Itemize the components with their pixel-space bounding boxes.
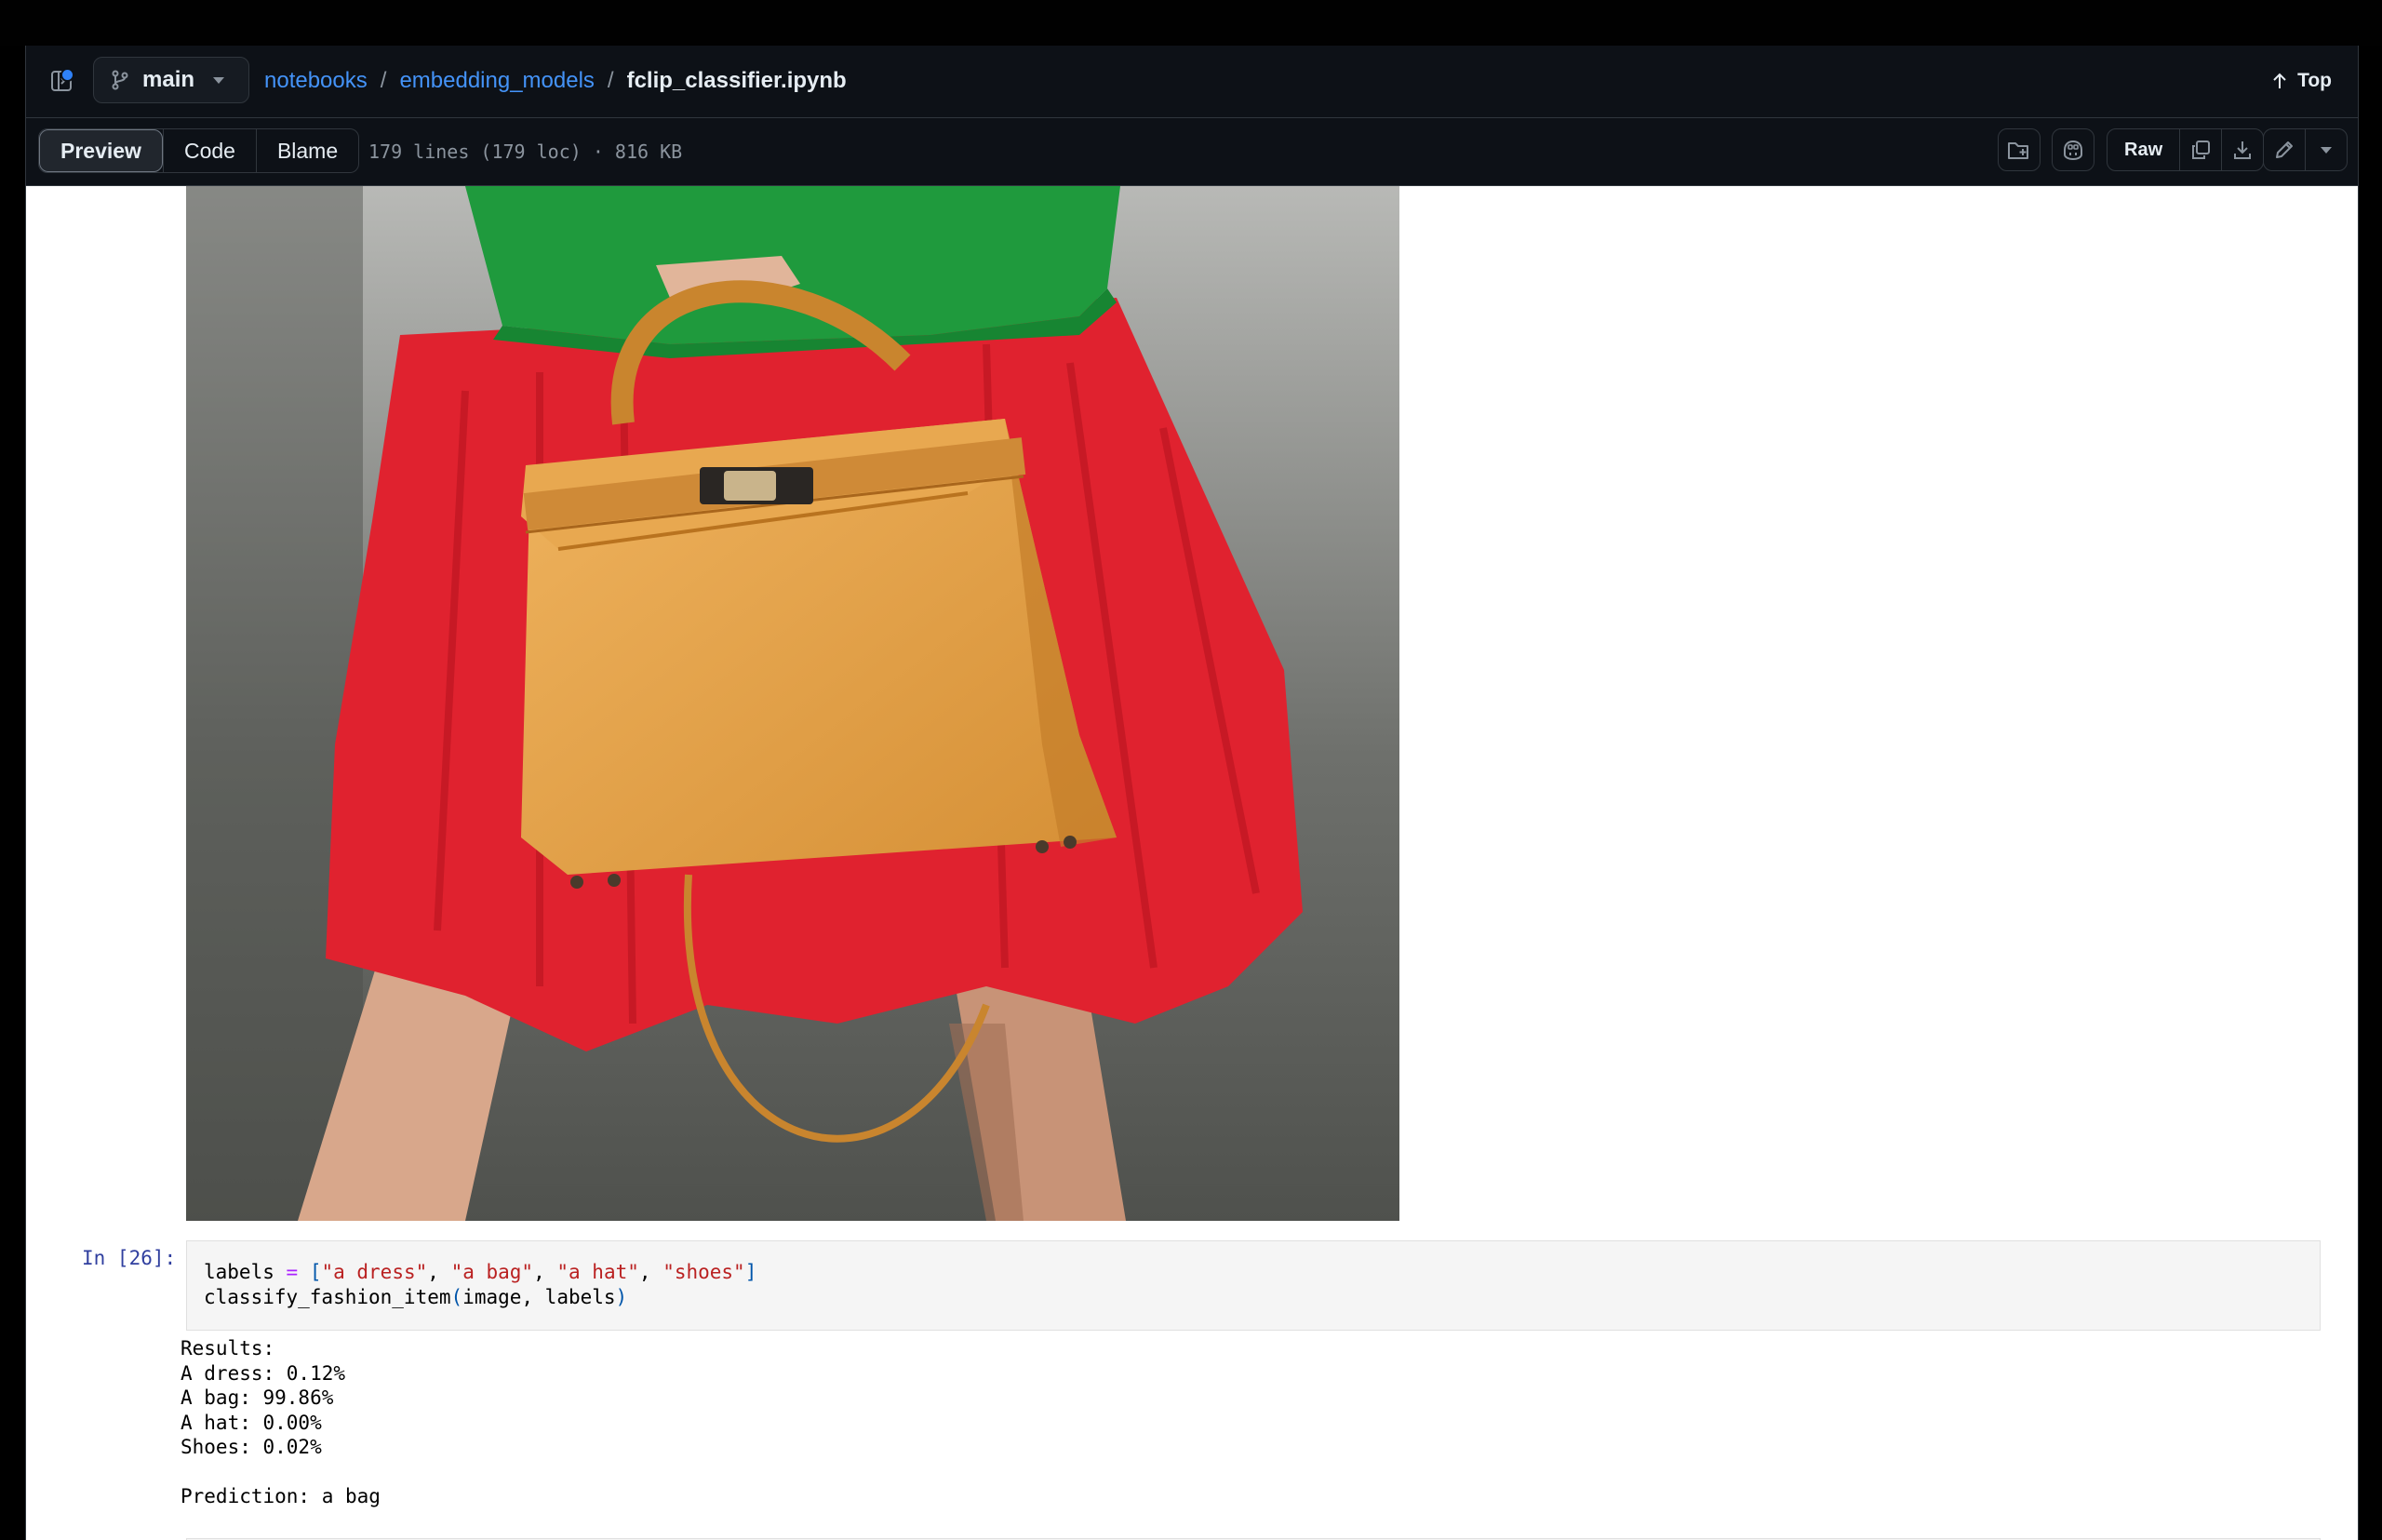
code-string: "a dress" [321, 1261, 428, 1283]
code-function: classify_fashion_item [204, 1286, 451, 1308]
copilot-icon [2064, 140, 2082, 161]
back-to-top-button[interactable]: Top [2271, 64, 2332, 98]
breadcrumb-current-file: fclip_classifier.ipynb [626, 68, 847, 93]
file-info: 179 lines (179 loc) · 816 KB [368, 141, 683, 163]
cell-output-image [186, 186, 1399, 1221]
cell-output-text: Results: A dress: 0.12% A bag: 99.86% A … [181, 1336, 381, 1509]
code-string: "a bag" [450, 1261, 534, 1283]
breadcrumb-link-embedding-models[interactable]: embedding_models [399, 68, 594, 94]
edit-actions-group [2263, 128, 2348, 171]
back-to-top-label: Top [2297, 70, 2332, 91]
copilot-button[interactable] [2052, 128, 2094, 171]
file-header: main notebooks / embedding_models / fcli… [26, 46, 2358, 118]
tab-blame[interactable]: Blame [255, 129, 358, 172]
chevron-down-icon [2321, 146, 2332, 154]
notebook-preview: In [26]: labels = ["a dress", "a bag", "… [26, 186, 2358, 1540]
copy-icon [2192, 141, 2211, 159]
code-punct: , [533, 1261, 557, 1283]
branch-name: main [142, 67, 195, 92]
output-line: Shoes: 0.02% [181, 1436, 322, 1458]
pencil-icon [2276, 141, 2293, 158]
code-string: "a hat" [556, 1261, 639, 1283]
copy-raw-button[interactable] [2179, 129, 2221, 170]
window-top-bar [0, 0, 2382, 46]
breadcrumb-separator: / [607, 68, 614, 93]
notification-dot [60, 68, 74, 82]
code-punct: , [427, 1261, 451, 1283]
edit-options-dropdown[interactable] [2305, 129, 2347, 170]
output-line: A dress: 0.12% [181, 1361, 346, 1385]
code-string: "shoes" [662, 1261, 745, 1283]
download-button[interactable] [2221, 129, 2263, 170]
output-line: Prediction: a bag [181, 1485, 381, 1507]
code-punct: [ [298, 1261, 322, 1283]
view-mode-switcher: Preview Code Blame [38, 128, 360, 173]
code-line-2: classify_fashion_item(image, labels) [204, 1285, 2303, 1310]
code-line-1: labels = ["a dress", "a bag", "a hat", "… [204, 1260, 2303, 1285]
download-icon [2234, 141, 2252, 159]
code-punct: ] [744, 1261, 757, 1283]
code-operator: = [286, 1261, 299, 1283]
output-line: A bag: 99.86% [181, 1386, 334, 1409]
chevron-down-icon [213, 76, 225, 84]
add-file-button[interactable] [1998, 128, 2041, 171]
code-args: image, labels [462, 1286, 616, 1308]
code-punct: ( [450, 1286, 463, 1308]
breadcrumb-separator: / [380, 68, 387, 93]
output-line: Results: [181, 1337, 275, 1359]
add-file-icon [2008, 142, 2028, 159]
sidebar-toggle-button[interactable] [45, 64, 78, 98]
git-branch-icon [112, 70, 128, 90]
output-line: A hat: 0.00% [181, 1411, 322, 1434]
branch-selector[interactable]: main [93, 57, 249, 103]
breadcrumb-link-notebooks[interactable]: notebooks [264, 68, 368, 94]
tab-code[interactable]: Code [162, 129, 256, 172]
edit-file-button[interactable] [2264, 129, 2305, 170]
file-toolbar: Preview Code Blame 179 lines (179 loc) ·… [26, 118, 2358, 186]
code-cell[interactable]: labels = ["a dress", "a bag", "a hat", "… [186, 1240, 2321, 1331]
code-punct: , [638, 1261, 663, 1283]
raw-actions-group: Raw [2107, 128, 2265, 171]
code-token: labels [204, 1261, 287, 1283]
cell-prompt: In [26]: [82, 1247, 177, 1269]
fashion-photo [186, 186, 1399, 1221]
tab-preview[interactable]: Preview [39, 129, 163, 172]
arrow-up-icon [2273, 73, 2286, 88]
file-view: main notebooks / embedding_models / fcli… [25, 46, 2359, 1540]
code-punct: ) [615, 1286, 628, 1308]
raw-button[interactable]: Raw [2108, 129, 2179, 170]
breadcrumb: notebooks / embedding_models / fclip_cla… [264, 64, 847, 98]
